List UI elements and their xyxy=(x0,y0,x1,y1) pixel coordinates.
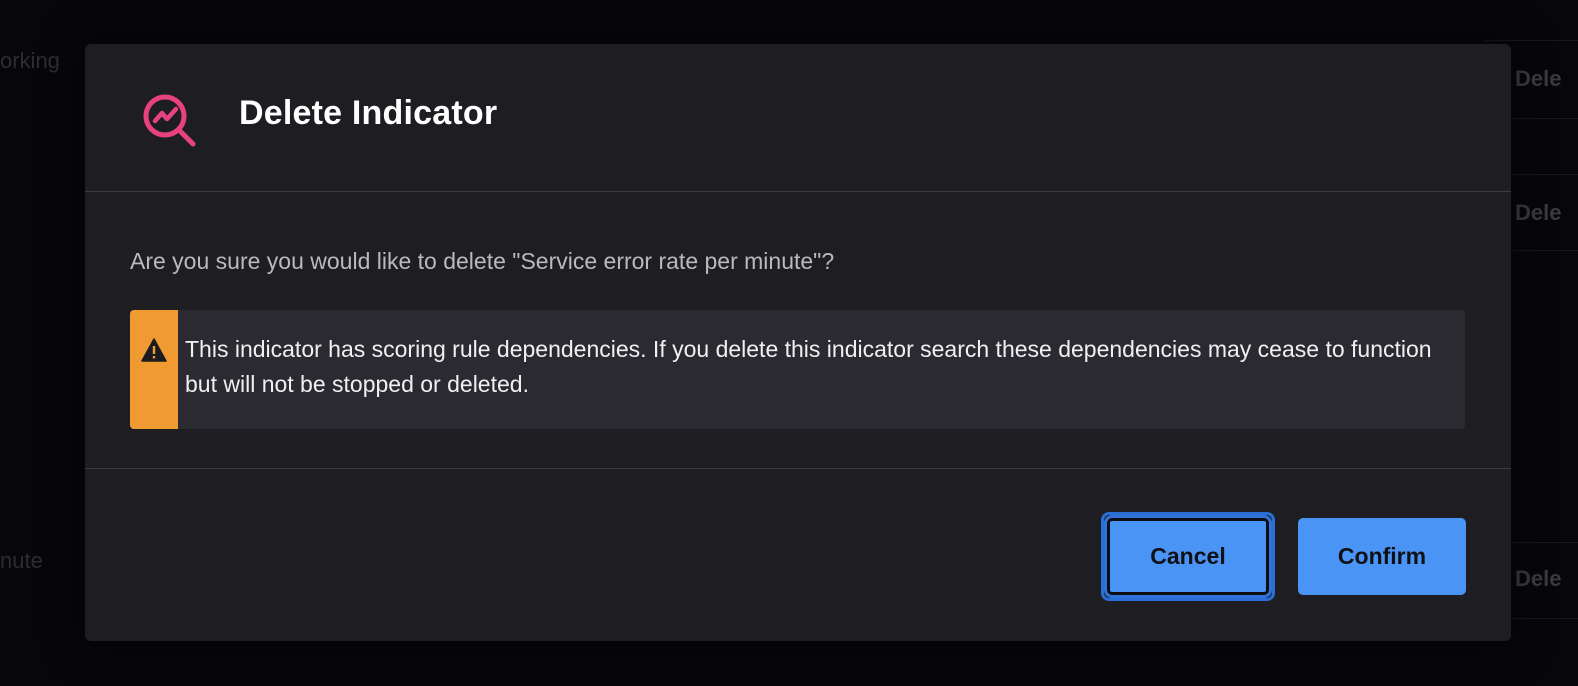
dialog-body: Are you sure you would like to delete "S… xyxy=(85,193,1511,468)
warning-triangle-icon xyxy=(141,338,167,362)
warning-alert: This indicator has scoring rule dependen… xyxy=(130,310,1465,429)
background-divider xyxy=(1484,40,1578,41)
background-text: orking xyxy=(0,48,60,73)
confirm-button[interactable]: Confirm xyxy=(1298,518,1466,595)
dialog-footer: Cancel Confirm xyxy=(85,468,1511,641)
background-delete-link: Dele xyxy=(1515,200,1562,225)
dialog-title: Delete Indicator xyxy=(239,94,498,132)
background-text: nute xyxy=(0,548,43,573)
dialog-header: Delete Indicator xyxy=(85,44,1511,192)
background-delete-link: Dele xyxy=(1515,566,1562,591)
warning-text: This indicator has scoring rule dependen… xyxy=(185,336,1432,397)
delete-indicator-dialog: Delete Indicator Are you sure you would … xyxy=(85,44,1511,641)
magnifier-trend-icon xyxy=(143,94,196,147)
confirmation-question: Are you sure you would like to delete "S… xyxy=(130,248,835,274)
cancel-button[interactable]: Cancel xyxy=(1104,515,1272,598)
warning-alert-bar xyxy=(130,310,178,429)
background-delete-link: Dele xyxy=(1515,66,1562,91)
